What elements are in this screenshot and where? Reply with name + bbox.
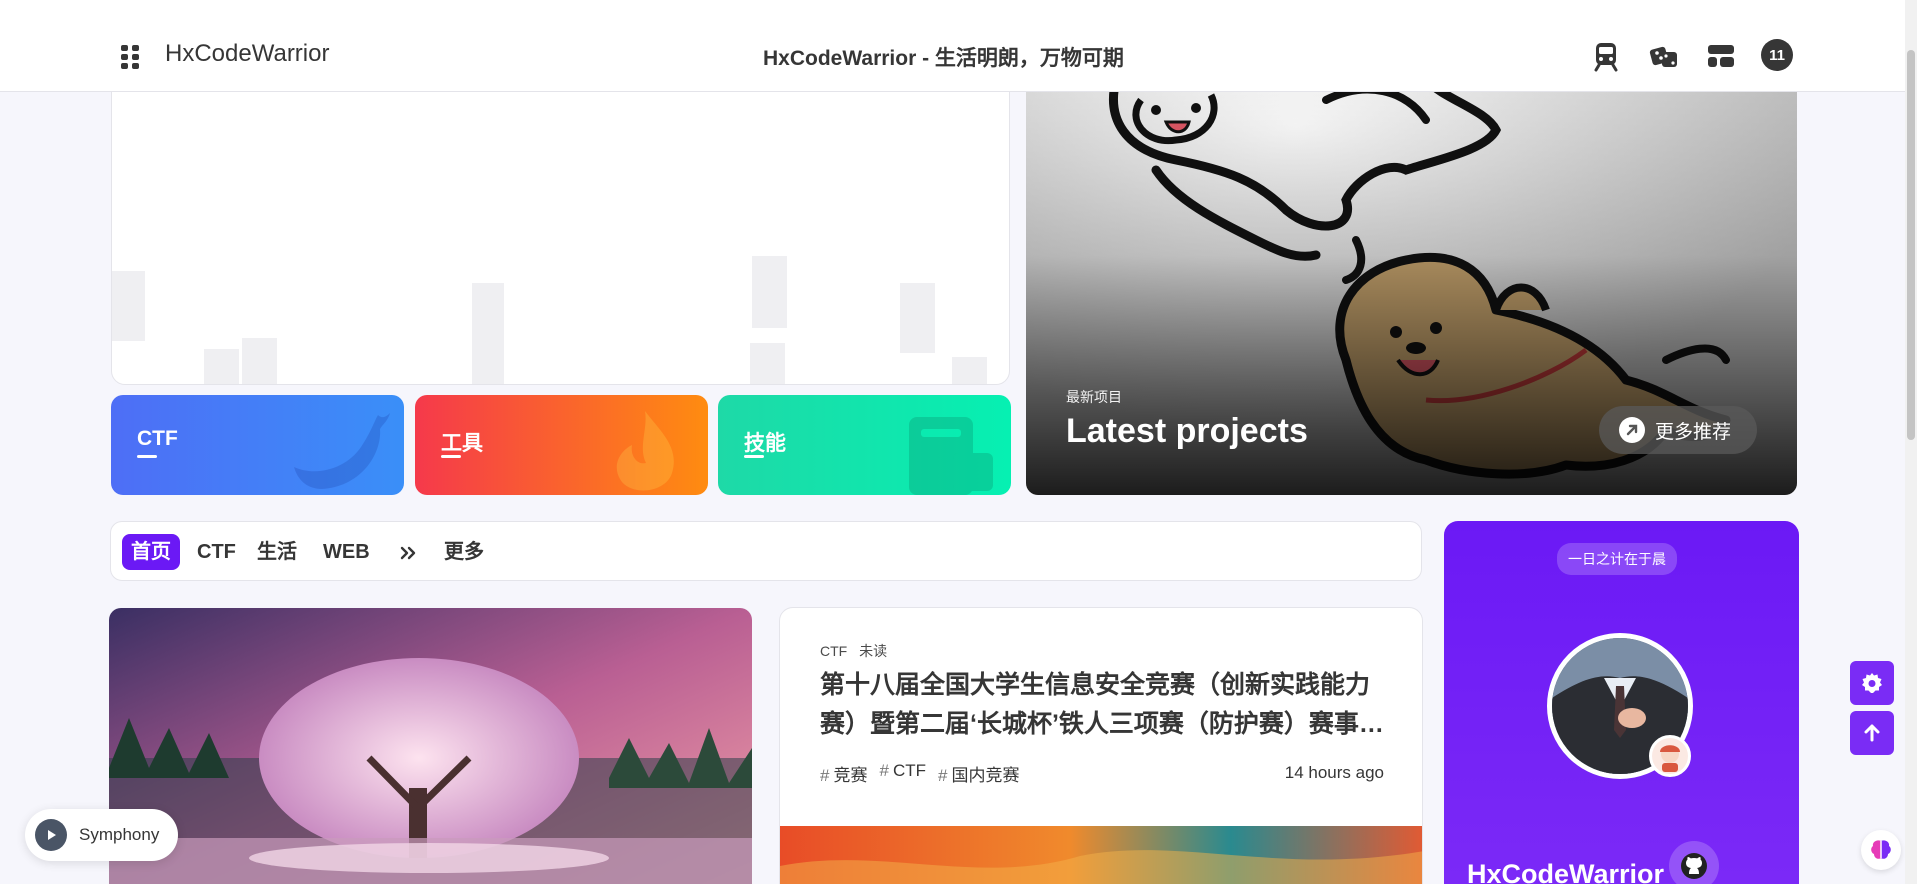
github-icon[interactable] — [1669, 841, 1719, 884]
double-chevron-right-icon[interactable] — [393, 534, 423, 570]
tab-life[interactable]: 生活 — [248, 534, 306, 570]
category-card-skills[interactable]: 技能 — [718, 395, 1011, 495]
mini-avatar — [1649, 735, 1691, 777]
tab-web[interactable]: WEB — [314, 534, 379, 570]
dice-icon[interactable] — [1648, 40, 1680, 72]
settings-gear-icon[interactable] — [1850, 661, 1894, 705]
post-tag[interactable]: # 国内竞赛 — [938, 761, 1019, 786]
projects-title: Latest projects — [1066, 412, 1308, 450]
book-icon — [909, 417, 993, 495]
back-to-top-arrow-icon[interactable] — [1850, 711, 1894, 755]
post-meta: CTF 未读 — [820, 641, 895, 661]
arrow-up-right-icon — [1619, 417, 1645, 443]
more-recommend-label: 更多推荐 — [1655, 421, 1732, 443]
layout-icon[interactable] — [1705, 40, 1737, 72]
twitter-icon — [294, 413, 390, 489]
post-tag[interactable]: # 竞赛 — [820, 761, 867, 786]
music-player[interactable]: Symphony — [25, 809, 178, 861]
page: HxCodeWarrior HxCodeWarrior - 生活明朗，万物可期 … — [0, 0, 1917, 884]
post-tag[interactable]: # CTF — [879, 761, 926, 786]
post-time: 14 hours ago — [1284, 763, 1384, 782]
page-scrollbar[interactable] — [1905, 0, 1917, 884]
post-category[interactable]: CTF — [820, 643, 847, 659]
category-label: 工具 — [441, 432, 483, 455]
featured-article-image[interactable] — [109, 608, 752, 884]
profile-card: 一日之计在于晨 HxCodeWarrior — [1444, 521, 1799, 884]
projects-subtitle: 最新项目 — [1066, 389, 1122, 405]
notification-badge[interactable]: 11 — [1761, 39, 1793, 71]
category-card-tools[interactable]: 工具 — [415, 395, 708, 495]
post-card[interactable]: CTF 未读 第十八届全国大学生信息安全竞赛（创新实践能力赛）暨第二届‘长城杯’… — [779, 607, 1423, 884]
site-brand[interactable]: HxCodeWarrior — [165, 40, 329, 68]
profile-motto: 一日之计在于晨 — [1557, 543, 1677, 575]
menu-grid-icon[interactable] — [121, 45, 139, 69]
post-read-status: 未读 — [859, 643, 888, 659]
tab-more[interactable]: 更多 — [435, 534, 493, 570]
category-tab-bar: 首页 CTF 生活 WEB 更多 — [110, 521, 1422, 581]
fire-icon — [616, 411, 674, 491]
category-label: CTF — [137, 427, 178, 450]
song-title: Symphony — [79, 825, 160, 844]
tab-home[interactable]: 首页 — [122, 534, 180, 570]
site-title: HxCodeWarrior - 生活明朗，万物可期 — [763, 47, 1124, 70]
post-title[interactable]: 第十八届全国大学生信息安全竞赛（创新实践能力赛）暨第二届‘长城杯’铁人三项赛（防… — [820, 666, 1385, 744]
ai-brain-icon[interactable] — [1861, 830, 1901, 870]
play-icon[interactable] — [35, 819, 67, 851]
scrollbar-thumb[interactable] — [1907, 50, 1915, 440]
top-header: HxCodeWarrior HxCodeWarrior - 生活明朗，万物可期 … — [0, 0, 1905, 92]
latest-projects-card[interactable]: 最新项目 Latest projects 更多推荐 — [1026, 60, 1797, 495]
next-post-image[interactable] — [780, 826, 1423, 884]
more-recommend-button[interactable]: 更多推荐 — [1599, 406, 1757, 454]
hero-banner — [111, 60, 1010, 385]
cherry-tree-image — [109, 608, 752, 884]
post-tags: # 竞赛 # CTF # 国内竞赛 — [820, 761, 1019, 786]
category-label: 技能 — [744, 432, 786, 455]
train-icon[interactable] — [1590, 40, 1622, 72]
category-card-ctf[interactable]: CTF — [111, 395, 404, 495]
tab-ctf[interactable]: CTF — [188, 534, 245, 570]
profile-name: HxCodeWarrior — [1467, 859, 1665, 884]
